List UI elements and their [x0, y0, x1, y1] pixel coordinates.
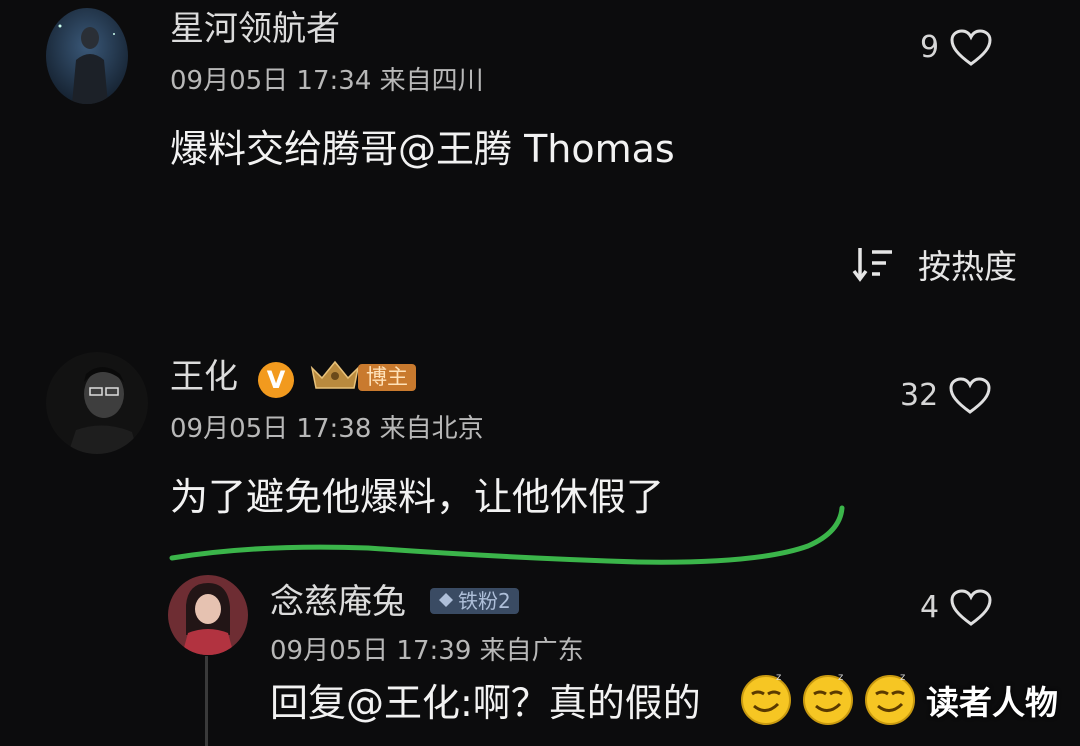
verified-badge-icon: V	[258, 362, 294, 398]
heart-icon	[949, 28, 993, 68]
sort-descending-icon	[852, 244, 896, 288]
comment-meta: 09月05日 17:39 来自广东	[270, 636, 584, 666]
comment-meta: 09月05日 17:38 来自北京	[170, 414, 484, 444]
heart-icon	[948, 376, 992, 416]
sort-label: 按热度	[918, 246, 1017, 286]
diamond-icon	[438, 591, 454, 611]
smirk-emoji-icon: z	[862, 670, 918, 730]
blogger-badge-label: 博主	[358, 363, 416, 391]
emoji-row: z z z	[738, 670, 918, 730]
avatar[interactable]	[46, 352, 148, 454]
sort-by-hot-button[interactable]: 按热度	[852, 244, 1017, 288]
comment-text: 爆料交给腾哥@王腾 Thomas	[170, 127, 675, 171]
like-button[interactable]: 4	[920, 588, 993, 628]
svg-text:z: z	[776, 672, 781, 683]
thread-line	[205, 656, 208, 746]
svg-text:z: z	[838, 672, 843, 683]
like-button[interactable]: 32	[900, 376, 992, 416]
like-count: 4	[920, 590, 940, 625]
avatar[interactable]	[168, 575, 248, 655]
like-count: 9	[920, 30, 940, 65]
like-button[interactable]: 9	[920, 28, 993, 68]
crown-icon	[308, 358, 362, 396]
comment-username[interactable]: 王化	[170, 360, 238, 394]
smirk-emoji-icon: z	[738, 670, 794, 730]
avatar[interactable]	[46, 8, 128, 104]
comment-meta: 09月05日 17:34 来自四川	[170, 66, 484, 96]
fan-badge: 铁粉2	[430, 588, 519, 614]
comment-text: 回复@王化:啊？真的假的	[270, 681, 701, 725]
comment-username[interactable]: 念慈庵兔	[270, 585, 406, 619]
fan-badge-label: 铁粉2	[458, 589, 511, 613]
svg-text:z: z	[900, 672, 905, 683]
watermark: 读者人物	[926, 683, 1058, 722]
blogger-badge: 博主	[308, 360, 416, 394]
green-underline-annotation	[169, 505, 845, 565]
smirk-emoji-icon: z	[800, 670, 856, 730]
comment-username[interactable]: 星河领航者	[170, 12, 340, 46]
heart-icon	[949, 588, 993, 628]
like-count: 32	[900, 378, 939, 413]
